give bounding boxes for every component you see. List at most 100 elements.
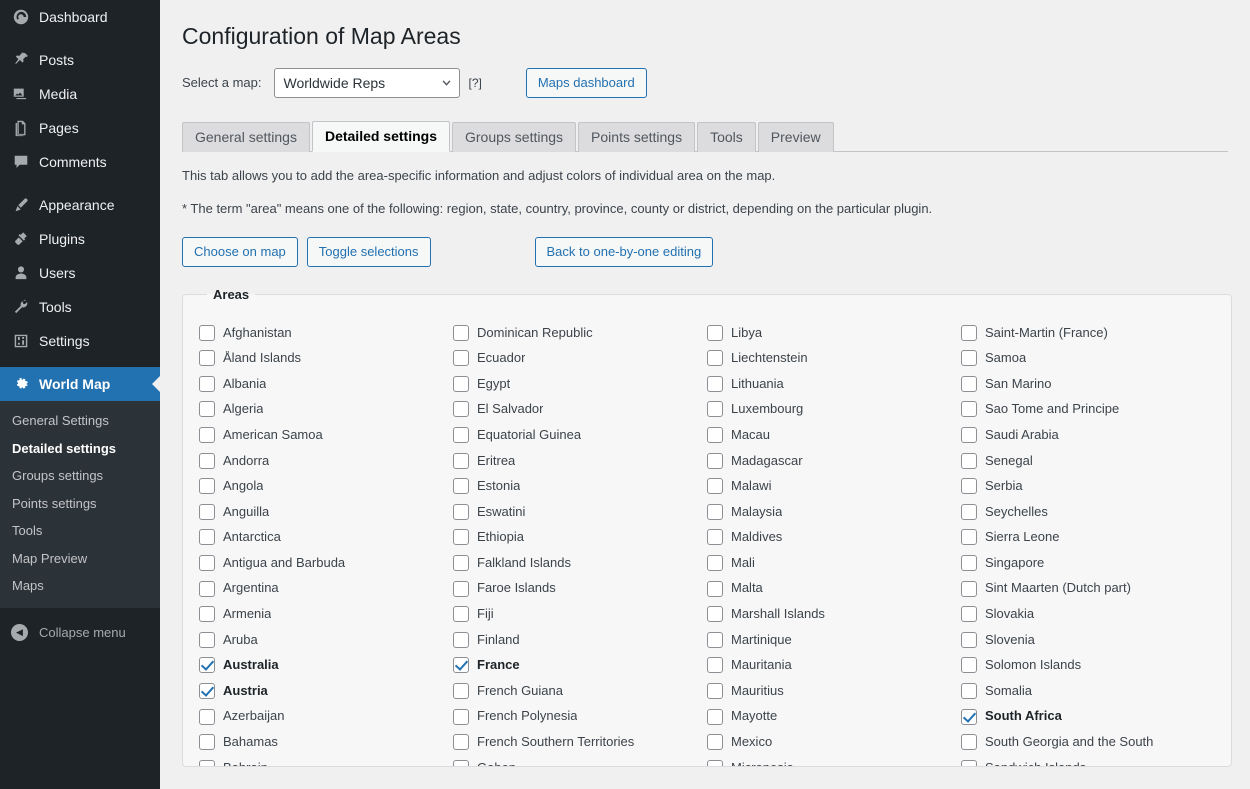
checkbox-icon[interactable] [199,580,215,597]
area-checkbox-row[interactable]: Afghanistan [199,320,453,346]
area-checkbox-row[interactable]: Marshall Islands [707,601,961,627]
area-checkbox-row[interactable]: Faroe Islands [453,576,707,602]
checkbox-icon[interactable] [707,606,723,623]
area-checkbox-row[interactable]: Slovenia [961,627,1215,653]
area-checkbox-row[interactable]: Saudi Arabia [961,422,1215,448]
sidebar-item-tools[interactable]: Tools [0,290,160,324]
checkbox-icon[interactable] [961,375,977,392]
area-checkbox-row[interactable]: Samoa [961,345,1215,371]
area-checkbox-row[interactable]: Malawi [707,473,961,499]
choose-on-map-button[interactable]: Choose on map [182,236,298,267]
area-checkbox-row[interactable]: Slovakia [961,601,1215,627]
sidebar-subitem-points-settings[interactable]: Points settings [0,490,160,518]
checkbox-icon[interactable] [961,734,977,751]
checkbox-icon[interactable] [453,427,469,444]
checkbox-icon[interactable] [707,324,723,341]
checkbox-icon[interactable] [453,324,469,341]
area-checkbox-row[interactable]: Dominican Republic [453,320,707,346]
sidebar-item-plugins[interactable]: Plugins [0,222,160,256]
checkbox-icon[interactable] [707,555,723,572]
checkbox-icon[interactable] [707,631,723,648]
checkbox-icon[interactable] [199,324,215,341]
checkbox-icon[interactable] [707,350,723,367]
area-checkbox-row[interactable]: Antarctica [199,525,453,551]
area-checkbox-row[interactable]: French Southern Territories [453,729,707,755]
area-checkbox-row[interactable]: Estonia [453,473,707,499]
area-checkbox-row[interactable]: Antigua and Barbuda [199,550,453,576]
area-checkbox-row[interactable]: Serbia [961,473,1215,499]
area-checkbox-row[interactable]: Singapore [961,550,1215,576]
checkbox-icon[interactable] [707,401,723,418]
sidebar-item-appearance[interactable]: Appearance [0,188,160,222]
checkbox-icon[interactable] [453,683,469,699]
checkbox-icon[interactable] [961,503,977,520]
sidebar-item-settings[interactable]: Settings [0,324,160,358]
area-checkbox-row[interactable]: Mauritania [707,653,961,679]
area-checkbox-row[interactable]: Sao Tome and Principe [961,397,1215,423]
checkbox-icon[interactable] [453,734,469,751]
area-checkbox-row[interactable]: Luxembourg [707,397,961,423]
checkbox-checked-icon[interactable] [199,657,215,674]
checkbox-icon[interactable] [961,324,977,341]
sidebar-subitem-general-settings[interactable]: General Settings [0,407,160,435]
checkbox-icon[interactable] [961,555,977,572]
tab-points-settings[interactable]: Points settings [578,121,696,152]
checkbox-icon[interactable] [199,759,215,766]
back-to-one-by-one-editing-button[interactable]: Back to one-by-one editing [534,236,714,267]
area-checkbox-row[interactable]: Azerbaijan [199,704,453,730]
checkbox-icon[interactable] [453,503,469,520]
tab-groups-settings[interactable]: Groups settings [451,121,577,152]
area-checkbox-row[interactable]: Macau [707,422,961,448]
area-checkbox-row[interactable]: Australia [199,653,453,679]
area-checkbox-row[interactable]: Senegal [961,448,1215,474]
area-checkbox-row[interactable]: Bahamas [199,729,453,755]
checkbox-icon[interactable] [707,657,723,674]
area-checkbox-row[interactable]: Austria [199,678,453,704]
sidebar-item-posts[interactable]: Posts [0,43,160,77]
checkbox-icon[interactable] [453,759,469,766]
checkbox-icon[interactable] [961,606,977,623]
checkbox-icon[interactable] [707,580,723,597]
checkbox-icon[interactable] [199,555,215,572]
checkbox-icon[interactable] [199,452,215,469]
area-checkbox-row[interactable]: Malaysia [707,499,961,525]
checkbox-icon[interactable] [961,452,977,469]
checkbox-icon[interactable] [453,375,469,392]
area-checkbox-row[interactable]: Eswatini [453,499,707,525]
sidebar-subitem-map-preview[interactable]: Map Preview [0,545,160,573]
sidebar-item-users[interactable]: Users [0,256,160,290]
maps-dashboard-button[interactable]: Maps dashboard [525,67,647,98]
sidebar-subitem-detailed-settings[interactable]: Detailed settings [0,435,160,463]
area-checkbox-row[interactable]: Ethiopia [453,525,707,551]
checkbox-icon[interactable] [961,478,977,495]
area-checkbox-row[interactable]: Algeria [199,397,453,423]
checkbox-icon[interactable] [453,708,469,725]
tab-preview[interactable]: Preview [757,121,834,152]
area-checkbox-row[interactable]: Albania [199,371,453,397]
checkbox-checked-icon[interactable] [199,683,215,699]
checkbox-icon[interactable] [199,375,215,392]
area-checkbox-row[interactable]: Egypt [453,371,707,397]
area-checkbox-row[interactable]: Maldives [707,525,961,551]
checkbox-icon[interactable] [199,401,215,418]
area-checkbox-row[interactable]: Seychelles [961,499,1215,525]
area-checkbox-row[interactable]: South Georgia and the South [961,729,1215,755]
area-checkbox-row[interactable]: South Africa [961,704,1215,730]
checkbox-icon[interactable] [453,478,469,495]
area-checkbox-row[interactable]: Madagascar [707,448,961,474]
area-checkbox-row[interactable]: Angola [199,473,453,499]
area-checkbox-row[interactable]: Sierra Leone [961,525,1215,551]
sidebar-item-world-map[interactable]: World Map [0,367,160,401]
area-checkbox-row[interactable]: Martinique [707,627,961,653]
area-checkbox-row[interactable]: Mexico [707,729,961,755]
checkbox-icon[interactable] [199,529,215,546]
area-checkbox-row[interactable]: Lithuania [707,371,961,397]
checkbox-icon[interactable] [707,708,723,725]
area-checkbox-row[interactable]: France [453,653,707,679]
checkbox-icon[interactable] [453,401,469,418]
area-checkbox-row[interactable]: Libya [707,320,961,346]
area-checkbox-row[interactable]: Anguilla [199,499,453,525]
area-checkbox-row[interactable]: Sandwich Islands [961,755,1215,766]
sidebar-item-media[interactable]: Media [0,77,160,111]
area-checkbox-row[interactable]: Solomon Islands [961,653,1215,679]
